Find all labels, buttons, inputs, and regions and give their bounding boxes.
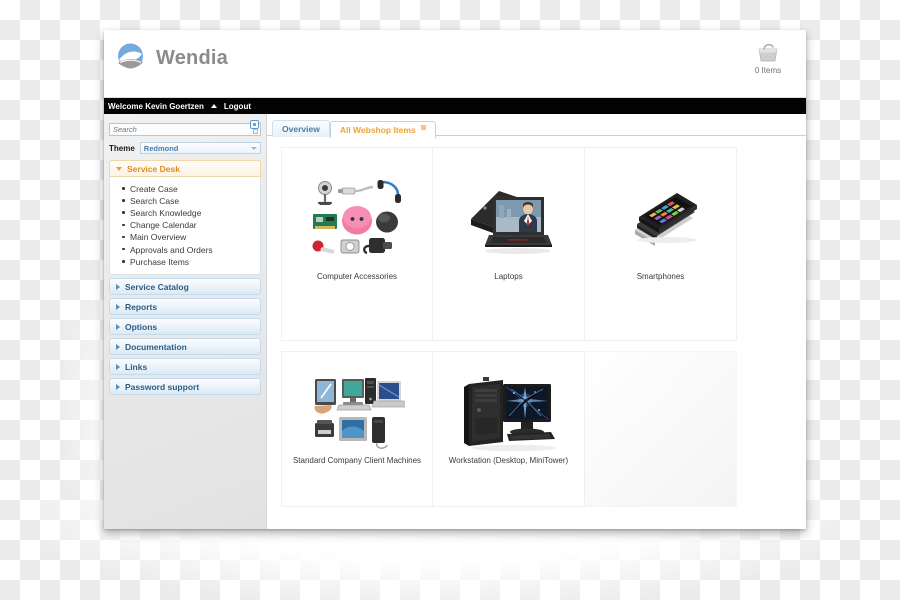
cart-item-count: 0 Items [754, 66, 782, 75]
product-cell-smartphones[interactable]: Smartphones [585, 147, 737, 341]
shopping-cart[interactable]: 0 Items [744, 42, 792, 75]
theme-row: Theme Redmond [109, 142, 261, 154]
accordion-panel-reports: Reports [109, 298, 261, 316]
computer-accessories-icon [282, 148, 432, 272]
triangle-right-icon [116, 383, 120, 390]
tab-overview[interactable]: Overview [272, 120, 330, 137]
theme-selected-value: Redmond [143, 143, 179, 153]
sidebar-item-service-desk[interactable]: Service Desk [109, 160, 261, 177]
accordion-panel-links: Links [109, 358, 261, 376]
sidebar-item-password-support[interactable]: Password support [109, 378, 261, 396]
list-item[interactable]: Main Overview [110, 232, 260, 244]
body-split: Theme Redmond Service Desk Create Case S… [104, 114, 806, 529]
tab-label: Overview [282, 124, 320, 134]
triangle-right-icon [116, 303, 120, 310]
sidebar-item-label: Service Desk [127, 163, 180, 174]
search-row [109, 119, 261, 137]
basket-icon [744, 42, 792, 64]
sidebar-item-label: Reports [125, 301, 158, 312]
sidebar-item-label: Password support [125, 381, 200, 392]
list-item[interactable]: Change Calendar [110, 220, 260, 232]
accordion-panel-service-catalog: Service Catalog [109, 278, 261, 296]
close-icon[interactable] [420, 124, 426, 130]
accordion-panel-documentation: Documentation [109, 338, 261, 356]
sidebar-item-links[interactable]: Links [109, 358, 261, 376]
product-cell-empty [585, 351, 737, 507]
product-cell-laptops[interactable]: Laptops [433, 147, 585, 341]
triangle-right-icon [116, 363, 120, 370]
product-cell-workstation[interactable]: Workstation (Desktop, MiniTower) [433, 351, 585, 507]
accordion-panel-password-support: Password support [109, 378, 261, 396]
theme-select[interactable]: Redmond [139, 142, 261, 154]
list-item[interactable]: Approvals and Orders [110, 244, 260, 256]
welcome-text: Welcome Kevin Goertzen [108, 101, 204, 111]
smartphone-icon [585, 148, 736, 272]
triangle-right-icon [116, 343, 120, 350]
product-label: Standard Company Client Machines [292, 456, 422, 465]
product-grid: Computer Accessories Laptops Smartphones… [267, 136, 806, 507]
laptop-icon [433, 148, 584, 272]
list-item[interactable]: Create Case [110, 183, 260, 195]
triangle-right-icon [116, 323, 120, 330]
brand-logo[interactable]: Wendia [114, 42, 228, 75]
product-label: Laptops [494, 272, 523, 281]
wendia-logo-icon [114, 42, 147, 75]
search-input[interactable] [109, 123, 261, 136]
list-item[interactable]: Search Case [110, 195, 260, 207]
search-options-icon[interactable] [253, 129, 258, 134]
accordion-panel-service-desk: Service Desk Create Case Search Case Sea… [109, 160, 261, 276]
sidebar-item-options[interactable]: Options [109, 318, 261, 336]
sidebar-item-label: Options [125, 321, 158, 332]
product-cell-computer-accessories[interactable]: Computer Accessories [281, 147, 433, 341]
sidebar-item-label: Documentation [125, 341, 187, 352]
sidebar-item-label: Service Catalog [125, 281, 189, 292]
caret-up-icon[interactable] [210, 104, 217, 108]
main-content: Overview All Webshop Items Computer Acce… [267, 114, 806, 529]
accordion-body-service-desk: Create Case Search Case Search Knowledge… [109, 177, 261, 276]
workstation-icon [433, 352, 584, 456]
list-item[interactable]: Purchase Items [110, 256, 260, 268]
client-machines-icon [282, 352, 432, 456]
triangle-right-icon [116, 283, 120, 290]
grid-row: Standard Company Client Machines Worksta… [281, 351, 806, 507]
product-label: Workstation (Desktop, MiniTower) [448, 456, 569, 465]
welcome-bar: Welcome Kevin Goertzen Logout [104, 98, 806, 114]
app-header: Wendia 0 Items [104, 30, 806, 98]
triangle-down-icon [116, 166, 122, 171]
product-label: Computer Accessories [316, 272, 398, 281]
tab-all-webshop-items[interactable]: All Webshop Items [329, 121, 436, 138]
chevron-down-icon [251, 146, 257, 150]
tab-strip: Overview All Webshop Items [267, 119, 806, 138]
tab-label: All Webshop Items [339, 124, 416, 135]
product-label: Smartphones [636, 272, 685, 281]
empty-art [585, 352, 736, 456]
list-item[interactable]: Search Knowledge [110, 207, 260, 219]
theme-label: Theme [109, 143, 135, 153]
application-window: Wendia 0 Items Welcome Kevin Goertzen Lo… [104, 30, 806, 529]
product-cell-standard-company-client-machines[interactable]: Standard Company Client Machines [281, 351, 433, 507]
brand-name: Wendia [156, 47, 228, 69]
sidebar: Theme Redmond Service Desk Create Case S… [104, 114, 267, 529]
grid-row: Computer Accessories Laptops Smartphones [281, 147, 806, 341]
sidebar-item-documentation[interactable]: Documentation [109, 338, 261, 356]
accordion-panel-options: Options [109, 318, 261, 336]
logout-link[interactable]: Logout [224, 102, 251, 111]
sidebar-item-label: Links [125, 361, 148, 372]
sidebar-item-service-catalog[interactable]: Service Catalog [109, 278, 261, 296]
search-icon[interactable] [250, 120, 259, 129]
sidebar-item-reports[interactable]: Reports [109, 298, 261, 316]
